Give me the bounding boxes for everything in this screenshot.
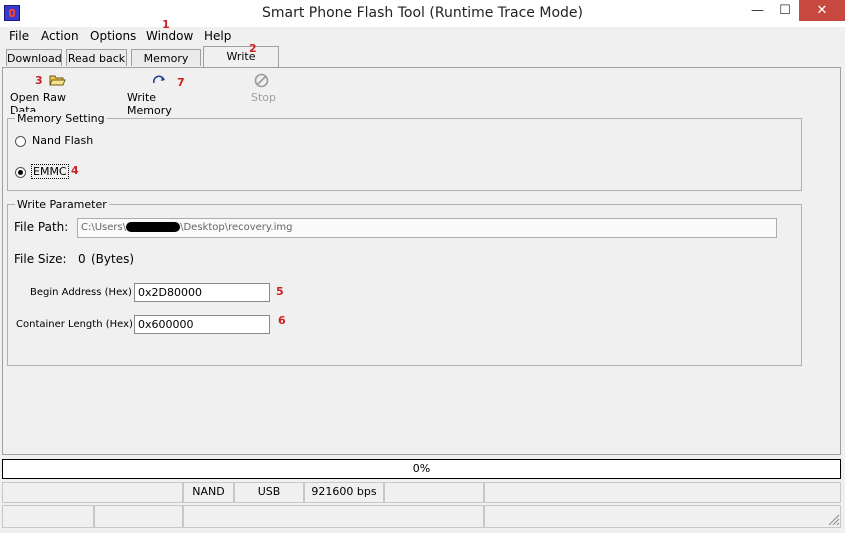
window-title: Smart Phone Flash Tool (Runtime Trace Mo… [262, 5, 583, 21]
write-parameter-title: Write Parameter [15, 198, 109, 211]
close-button[interactable]: ✕ [799, 0, 845, 21]
nand-flash-radio[interactable] [15, 136, 26, 147]
status-cell-blank-5 [94, 505, 183, 528]
tab-read-back[interactable]: Read back [66, 49, 127, 66]
container-length-input[interactable] [134, 315, 270, 334]
write-memory-button[interactable]: Write Memory [124, 71, 198, 117]
annotation-7: 7 [177, 76, 185, 89]
annotation-3: 3 [35, 74, 43, 87]
title-bar: Smart Phone Flash Tool (Runtime Trace Mo… [0, 0, 845, 27]
open-folder-icon [49, 75, 66, 86]
begin-address-input[interactable] [134, 283, 270, 302]
annotation-4: 4 [71, 164, 79, 177]
stop-label: Stop [251, 91, 277, 104]
annotation-5: 5 [276, 285, 284, 298]
menu-bar: File Action Options Window Help [0, 27, 845, 45]
file-path-label: File Path: [14, 220, 69, 234]
annotation-2: 2 [249, 42, 257, 55]
write-memory-icon [153, 75, 165, 84]
status-cell-blank-3 [484, 482, 841, 503]
emmc-label[interactable]: EMMC [31, 164, 69, 179]
annotation-6: 6 [278, 314, 286, 327]
stop-icon [254, 73, 269, 88]
menu-action[interactable]: Action [41, 29, 79, 43]
file-size-label: File Size: [14, 252, 67, 266]
tab-memory-test[interactable]: Memory Test [131, 49, 201, 82]
memory-setting-title: Memory Setting [15, 112, 107, 125]
menu-file[interactable]: File [9, 29, 29, 43]
status-cell-blank-7 [484, 505, 841, 528]
file-size-value: 0 [78, 252, 86, 266]
redacted-username [126, 222, 181, 232]
container-length-label: Container Length (Hex) : [16, 319, 140, 330]
status-cell-blank-2 [384, 482, 484, 503]
tab-download[interactable]: Download [6, 49, 62, 66]
minimize-button[interactable]: — [744, 0, 771, 21]
tab-row: Download Read back Memory Test Write Mem… [0, 46, 845, 82]
write-memory-label: Write Memory [127, 91, 172, 117]
status-connection: USB [234, 482, 304, 503]
file-path-field[interactable]: C:\Users\ \Desktop\recovery.img [77, 218, 777, 238]
annotation-1: 1 [162, 18, 170, 31]
progress-text: 0% [412, 462, 431, 475]
status-cell-blank-4 [2, 505, 94, 528]
progress-bar: 0% [2, 459, 841, 479]
stop-button[interactable]: Stop [246, 71, 280, 105]
emmc-radio[interactable] [15, 167, 26, 178]
menu-help[interactable]: Help [204, 29, 231, 43]
status-memory-type: NAND [183, 482, 234, 503]
nand-flash-label[interactable]: Nand Flash [32, 134, 93, 147]
memory-setting-group [7, 118, 802, 191]
begin-address-label: Begin Address (Hex) : [30, 287, 139, 298]
status-baud-rate: 921600 bps [304, 482, 384, 503]
menu-options[interactable]: Options [90, 29, 136, 43]
status-cell-blank-1 [2, 482, 183, 503]
tab-write-memory[interactable]: Write Memory [203, 46, 279, 82]
file-path-prefix: C:\Users\ [81, 222, 127, 233]
menu-window[interactable]: Window [146, 29, 193, 43]
maximize-button[interactable]: ☐ [772, 0, 798, 21]
open-raw-data-button[interactable]: Open Raw Data [8, 71, 92, 117]
file-path-suffix: \Desktop\recovery.img [180, 222, 293, 233]
status-cell-blank-6 [183, 505, 484, 528]
resize-grip-icon[interactable] [828, 514, 840, 526]
file-size-unit: (Bytes) [91, 252, 135, 266]
